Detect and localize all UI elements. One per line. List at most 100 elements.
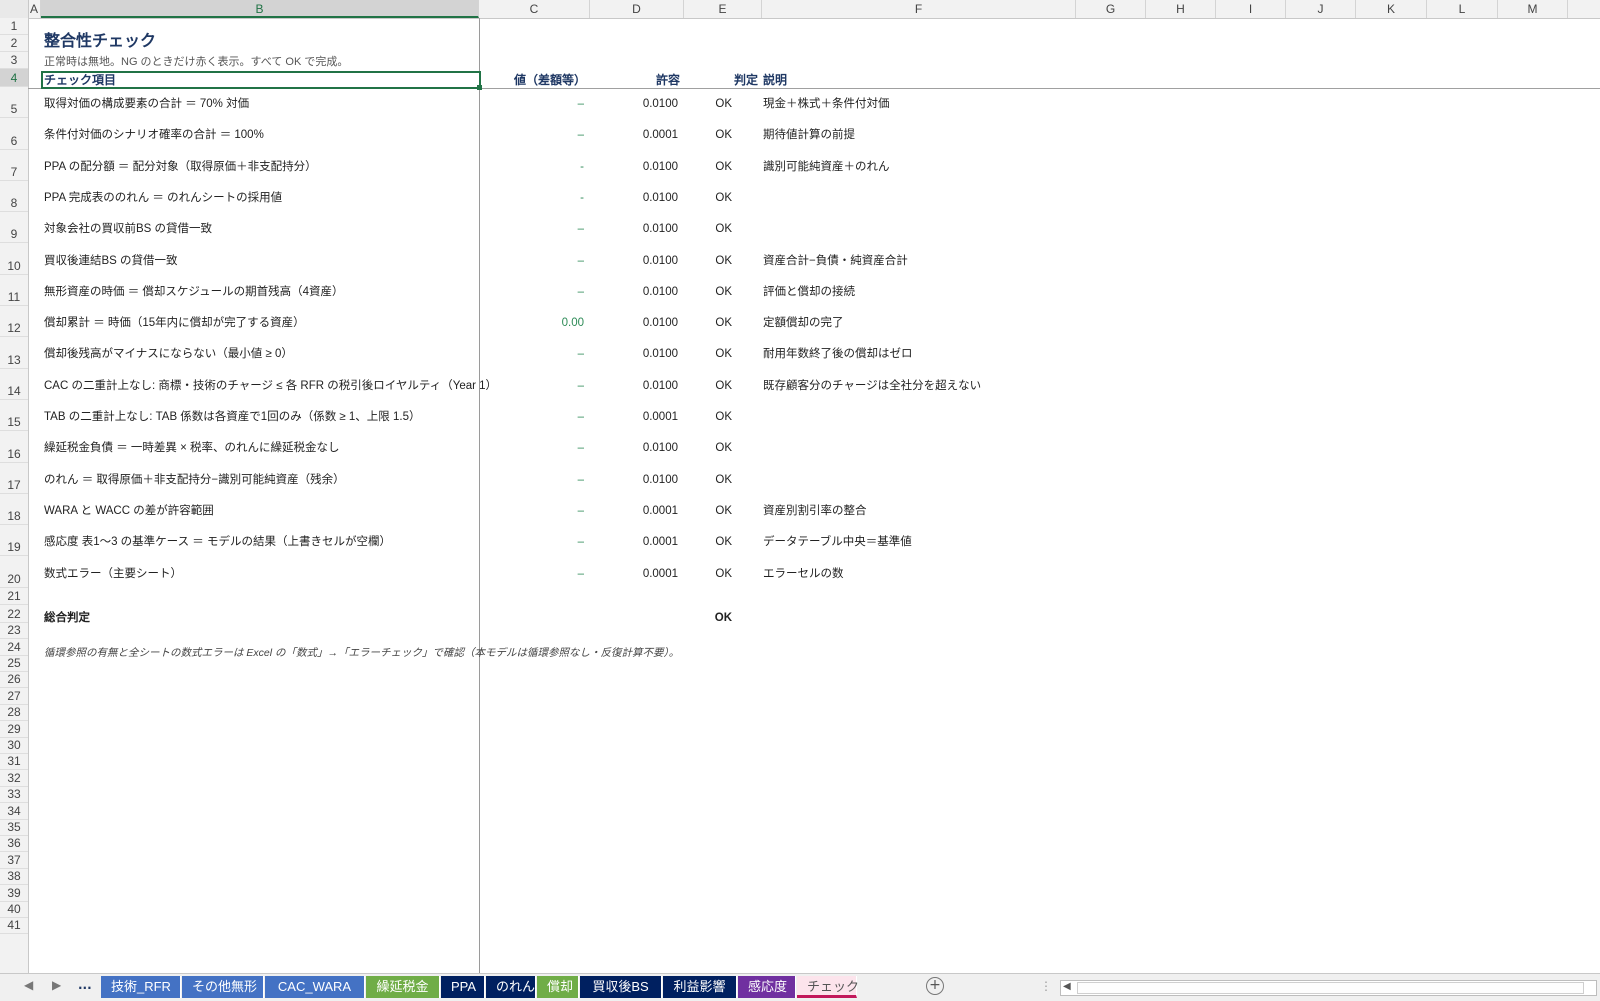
sheet-tab-10[interactable]: 感応度 bbox=[738, 976, 796, 998]
row-header-11[interactable]: 11 bbox=[0, 275, 28, 307]
tab-prev-icon[interactable]: ◀ bbox=[24, 978, 33, 992]
column-header-K[interactable]: K bbox=[1356, 0, 1427, 18]
row-header-33[interactable]: 33 bbox=[0, 787, 28, 804]
check-item-label: 償却後残高がマイナスにならない（最小値 ≥ 0） bbox=[44, 348, 293, 361]
check-description: 現金＋株式＋条件付対価 bbox=[763, 98, 890, 110]
row-header-40[interactable]: 40 bbox=[0, 902, 28, 918]
column-header-M[interactable]: M bbox=[1498, 0, 1568, 18]
scroll-thumb[interactable] bbox=[1077, 982, 1584, 994]
row-header-36[interactable]: 36 bbox=[0, 836, 28, 853]
check-description: 既存顧客分のチャージは全社分を超えない bbox=[763, 379, 982, 392]
overall-judgement-value: OK bbox=[714, 612, 732, 624]
row-header-8[interactable]: 8 bbox=[0, 181, 28, 213]
check-value: – bbox=[577, 567, 584, 580]
row-header-16[interactable]: 16 bbox=[0, 431, 28, 463]
check-value: – bbox=[577, 442, 584, 455]
column-header-B[interactable]: B bbox=[41, 0, 479, 18]
row-header-7[interactable]: 7 bbox=[0, 150, 28, 181]
check-judge: OK bbox=[715, 254, 732, 267]
tab-next-icon[interactable]: ▶ bbox=[52, 978, 61, 992]
row-header-17[interactable]: 17 bbox=[0, 463, 28, 494]
column-header-A[interactable]: A bbox=[28, 0, 41, 18]
page-title: 整合性チェック bbox=[44, 33, 157, 50]
check-description: データテーブル中央＝基準値 bbox=[763, 536, 912, 549]
select-all-corner[interactable] bbox=[0, 0, 29, 18]
column-header-L[interactable]: L bbox=[1427, 0, 1498, 18]
sheet-tab-9[interactable]: 利益影響 bbox=[663, 976, 737, 998]
row-header-21[interactable]: 21 bbox=[0, 588, 28, 605]
sheet-tab-2[interactable]: その他無形 bbox=[182, 976, 264, 998]
horizontal-scrollbar[interactable]: ◀ bbox=[1060, 980, 1597, 996]
row-header-3[interactable]: 3 bbox=[0, 52, 28, 69]
sheet-tab-8[interactable]: 買収後BS bbox=[580, 976, 662, 998]
row-header-28[interactable]: 28 bbox=[0, 705, 28, 722]
row-header-41[interactable]: 41 bbox=[0, 918, 28, 935]
row-header-15[interactable]: 15 bbox=[0, 400, 28, 432]
tab-splitter-handle[interactable]: ⋮ bbox=[1040, 979, 1052, 993]
column-header-I[interactable]: I bbox=[1216, 0, 1286, 18]
column-header-G[interactable]: G bbox=[1076, 0, 1146, 18]
row-header-14[interactable]: 14 bbox=[0, 369, 28, 400]
row-header-12[interactable]: 12 bbox=[0, 306, 28, 338]
row-header-bar: 1 2 3 4 5 6 7 8 9 10 11 12 13 14 15 16 17 18 19 20 21 22 23 24 2… bbox=[0, 18, 29, 973]
sheet-tab-7[interactable]: 償却 bbox=[537, 976, 579, 998]
row-header-23[interactable]: 23 bbox=[0, 623, 28, 640]
sheet-tab-4[interactable]: 繰延税金 bbox=[366, 976, 440, 998]
check-item-label: 対象会社の買収前BS の貸借一致 bbox=[44, 223, 213, 236]
row-header-27[interactable]: 27 bbox=[0, 688, 28, 705]
sheet-tab-11[interactable]: チェック bbox=[797, 976, 859, 998]
tab-more-button[interactable]: ... bbox=[78, 978, 92, 992]
column-header-F[interactable]: F bbox=[762, 0, 1076, 18]
row-header-10[interactable]: 10 bbox=[0, 244, 28, 275]
column-header-D[interactable]: D bbox=[590, 0, 684, 18]
check-description: 評価と償却の接続 bbox=[763, 285, 855, 298]
check-tolerance: 0.0100 bbox=[642, 442, 678, 455]
row-header-37[interactable]: 37 bbox=[0, 852, 28, 869]
row-header-2[interactable]: 2 bbox=[0, 35, 28, 52]
worksheet-grid[interactable]: 整合性チェック 正常時は無地。NG のときだけ赤く表示。すべて OK で完成。 … bbox=[28, 18, 1600, 973]
column-header-E[interactable]: E bbox=[684, 0, 762, 18]
row-header-20[interactable]: 20 bbox=[0, 557, 28, 588]
sheet-tab-5[interactable]: PPA bbox=[441, 976, 485, 998]
check-value: - bbox=[580, 160, 584, 173]
row-header-39[interactable]: 39 bbox=[0, 885, 28, 902]
check-description: 資産合計−負債・純資産合計 bbox=[763, 254, 908, 267]
check-item-label: 買収後連結BS の貸借一致 bbox=[44, 254, 178, 267]
scroll-left-icon[interactable]: ◀ bbox=[1063, 981, 1071, 992]
row-header-35[interactable]: 35 bbox=[0, 820, 28, 836]
row-header-30[interactable]: 30 bbox=[0, 738, 28, 754]
check-item-label: 償却累計 ＝ 時価（15年内に償却が完了する資産） bbox=[44, 317, 305, 330]
row-header-1[interactable]: 1 bbox=[0, 18, 28, 35]
column-header-J[interactable]: J bbox=[1286, 0, 1356, 18]
row-header-31[interactable]: 31 bbox=[0, 754, 28, 771]
row-header-18[interactable]: 18 bbox=[0, 494, 28, 526]
add-sheet-icon[interactable]: + bbox=[926, 977, 944, 995]
column-header-C[interactable]: C bbox=[479, 0, 590, 18]
check-item-label: PPA 完成表ののれん ＝ のれんシートの採用値 bbox=[44, 191, 283, 204]
column-header-H[interactable]: H bbox=[1146, 0, 1216, 18]
check-item-label: 感応度 表1〜3 の基準ケース ＝ モデルの結果（上書きセルが空欄） bbox=[44, 536, 391, 549]
header-value: 値（差額等） bbox=[513, 73, 586, 87]
row-header-25[interactable]: 25 bbox=[0, 656, 28, 672]
sheet-tab-1[interactable]: 技術_RFR bbox=[101, 976, 181, 998]
row-header-34[interactable]: 34 bbox=[0, 803, 28, 820]
check-judge: OK bbox=[715, 442, 732, 455]
row-header-4[interactable]: 4 bbox=[0, 69, 28, 87]
row-header-5[interactable]: 5 bbox=[0, 87, 28, 119]
check-tolerance: 0.0100 bbox=[642, 254, 678, 267]
row-header-24[interactable]: 24 bbox=[0, 639, 28, 656]
row-header-26[interactable]: 26 bbox=[0, 672, 28, 689]
check-tolerance: 0.0001 bbox=[642, 567, 678, 580]
row-header-6[interactable]: 6 bbox=[0, 118, 28, 150]
row-header-9[interactable]: 9 bbox=[0, 212, 28, 244]
row-header-22[interactable]: 22 bbox=[0, 605, 28, 623]
sheet-tab-3[interactable]: CAC_WARA bbox=[265, 976, 365, 998]
row-header-32[interactable]: 32 bbox=[0, 770, 28, 787]
row-header-38[interactable]: 38 bbox=[0, 869, 28, 886]
row-header-19[interactable]: 19 bbox=[0, 525, 28, 557]
fill-handle[interactable] bbox=[477, 85, 482, 90]
check-tolerance: 0.0100 bbox=[642, 379, 678, 392]
row-header-29[interactable]: 29 bbox=[0, 721, 28, 738]
sheet-tab-6[interactable]: のれん bbox=[486, 976, 536, 998]
row-header-13[interactable]: 13 bbox=[0, 337, 28, 369]
